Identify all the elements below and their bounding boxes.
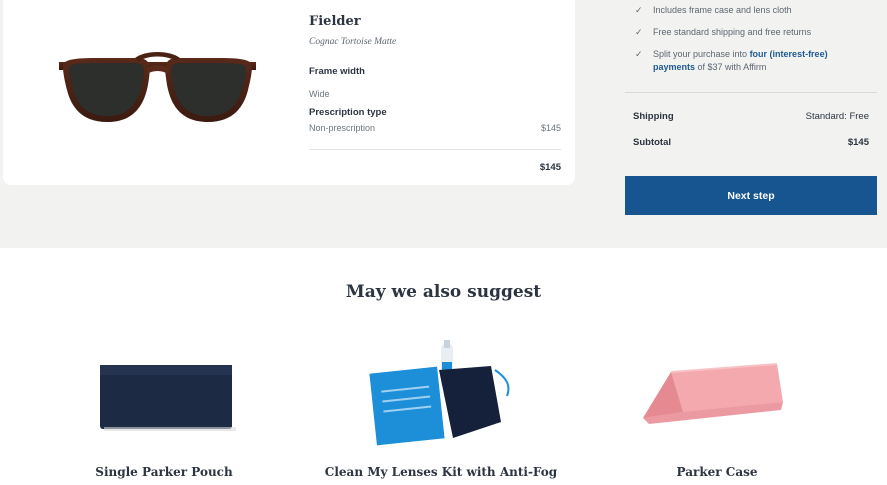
checkmark-icon: ✓: [635, 27, 643, 37]
shipping-label: Shipping: [633, 111, 674, 122]
perk-text: Includes frame case and lens cloth: [653, 5, 792, 15]
product-name: Fielder: [309, 14, 361, 29]
subtotal-value: $145: [847, 137, 869, 148]
prescription-type-value: Non-prescription: [309, 123, 376, 133]
summary-divider: [625, 92, 877, 93]
item-total: $145: [539, 162, 561, 173]
item-divider: [309, 149, 561, 150]
shipping-value: Standard: Free: [805, 111, 869, 122]
checkmark-icon: ✓: [635, 5, 643, 15]
suggestion-item[interactable]: Single Parker Pouch: [34, 340, 294, 479]
subtotal-label: Subtotal: [633, 137, 671, 148]
frame-width-value: Wide: [309, 89, 330, 99]
product-color: Cognac Tortoise Matte: [309, 37, 397, 47]
cart-item-details: Fielder Cognac Tortoise Matte Frame widt…: [309, 14, 561, 173]
checkmark-icon: ✓: [635, 49, 643, 59]
parker-case-image[interactable]: [587, 340, 847, 450]
suggestion-name[interactable]: Single Parker Pouch: [34, 465, 294, 479]
suggestion-item[interactable]: Clean My Lenses Kit with Anti-Fog: [311, 340, 571, 479]
fielder-glasses-image: [59, 52, 256, 122]
shipping-row: Shipping Standard: Free: [633, 111, 869, 122]
prescription-type-label: Prescription type: [309, 107, 387, 118]
perk-text: Free standard shipping and free returns: [653, 27, 812, 37]
suggestion-item[interactable]: Parker Case: [587, 340, 847, 479]
single-parker-pouch-image[interactable]: [34, 340, 294, 450]
subtotal-row: Subtotal $145: [633, 137, 869, 148]
perk-affirm: ✓ Split your purchase into four (interes…: [635, 48, 868, 74]
perk-free-shipping: ✓ Free standard shipping and free return…: [635, 26, 868, 39]
prescription-price: $145: [540, 123, 561, 133]
cart-item-card: Fielder Cognac Tortoise Matte Frame widt…: [3, 0, 575, 185]
next-step-button[interactable]: Next step: [625, 176, 877, 215]
suggestion-name[interactable]: Clean My Lenses Kit with Anti-Fog: [311, 465, 571, 479]
perk-frame-case: ✓ Includes frame case and lens cloth: [635, 4, 868, 17]
suggestions-title: May we also suggest: [345, 282, 542, 302]
affirm-prefix: Split your purchase into: [653, 49, 750, 59]
frame-width-label: Frame width: [309, 66, 365, 77]
prescription-row: Non-prescription $145: [309, 123, 561, 133]
affirm-suffix: of $37 with Affirm: [695, 62, 767, 72]
affirm-text: Split your purchase into four (interest-…: [653, 48, 868, 74]
clean-lenses-kit-image[interactable]: [311, 340, 571, 450]
suggestion-name[interactable]: Parker Case: [587, 465, 847, 479]
